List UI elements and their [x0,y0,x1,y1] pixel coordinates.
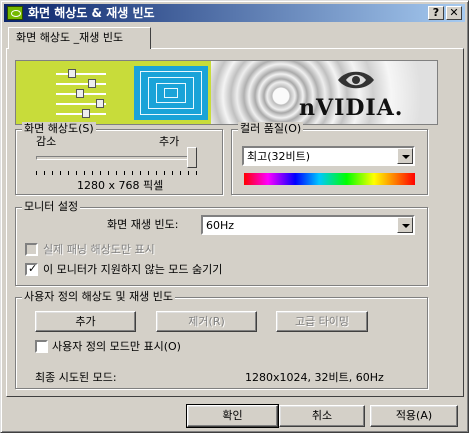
monitor-settings-group-label: 모니터 설정 [22,200,81,214]
nvidia-logo-area: nVIDIA. [211,61,437,124]
refresh-rate-select[interactable]: 60Hz [201,215,415,235]
color-quality-group-label: 컬러 품질(O) [238,122,304,136]
sliders-illustration [16,61,131,124]
close-button[interactable]: ✕ [446,6,462,20]
hide-modes-label: 이 모니터가 지원하지 않는 모드 숨기기 [43,263,223,276]
add-button[interactable]: 추가 [35,311,136,332]
color-quality-value: 최고(32비트) [247,150,311,163]
advanced-timing-button[interactable]: 고급 타이밍 [276,311,368,332]
apply-button[interactable]: 적용(A) [370,405,458,427]
show-custom-checkbox[interactable] [35,340,48,353]
resolution-group-label: 화면 해상도(S) [22,122,96,136]
last-tried-value: 1280x1024, 32비트, 60Hz [245,371,384,384]
dialog-window: 화면 해상도 & 재생 빈도 ? ✕ 화면 해상도 _재생 빈도 nVIDIA.… [0,0,469,433]
resolution-value: 1280 x 768 픽셀 [77,179,164,192]
refresh-rate-label: 화면 재생 빈도: [107,218,179,231]
refresh-rate-value: 60Hz [206,219,235,232]
panning-checkbox[interactable] [25,243,38,256]
slider-ticks [36,171,198,175]
monitor-illustration [131,61,211,124]
ok-button[interactable]: 확인 [186,404,279,428]
resolution-slider-thumb[interactable] [187,147,197,168]
nvidia-wordmark: nVIDIA. [299,95,404,121]
panning-label: 실제 패닝 해상도만 표시 [43,243,155,256]
tab-resolution-refresh[interactable]: 화면 해상도 _재생 빈도 [8,27,151,49]
nvidia-title-icon [7,6,23,20]
slider-max-label: 추가 [159,135,180,148]
dropdown-arrow-icon[interactable] [397,148,413,164]
checkmark-icon: ✓ [28,262,38,275]
show-custom-label: 사용자 정의 모드만 표시(O) [52,340,181,353]
resolution-slider-track[interactable] [36,156,195,160]
remove-button[interactable]: 제거(R) [156,311,257,332]
last-tried-label: 최종 시도된 모드: [35,371,117,384]
slider-min-label: 감소 [36,135,57,148]
cancel-button[interactable]: 취소 [279,405,365,427]
window-title: 화면 해상도 & 재생 빈도 [28,6,155,20]
custom-resolution-group-label: 사용자 정의 해상도 및 재생 빈도 [22,290,176,304]
banner-image: nVIDIA. [15,60,438,125]
dropdown-arrow-icon[interactable] [397,217,413,233]
nvidia-eye-logo-icon [338,71,374,89]
title-bar[interactable]: 화면 해상도 & 재생 빈도 ? ✕ [4,4,465,22]
color-quality-select[interactable]: 최고(32비트) [242,146,415,166]
help-button[interactable]: ? [428,6,444,20]
hide-modes-checkbox[interactable]: ✓ [25,263,38,276]
color-spectrum-bar [244,173,415,185]
